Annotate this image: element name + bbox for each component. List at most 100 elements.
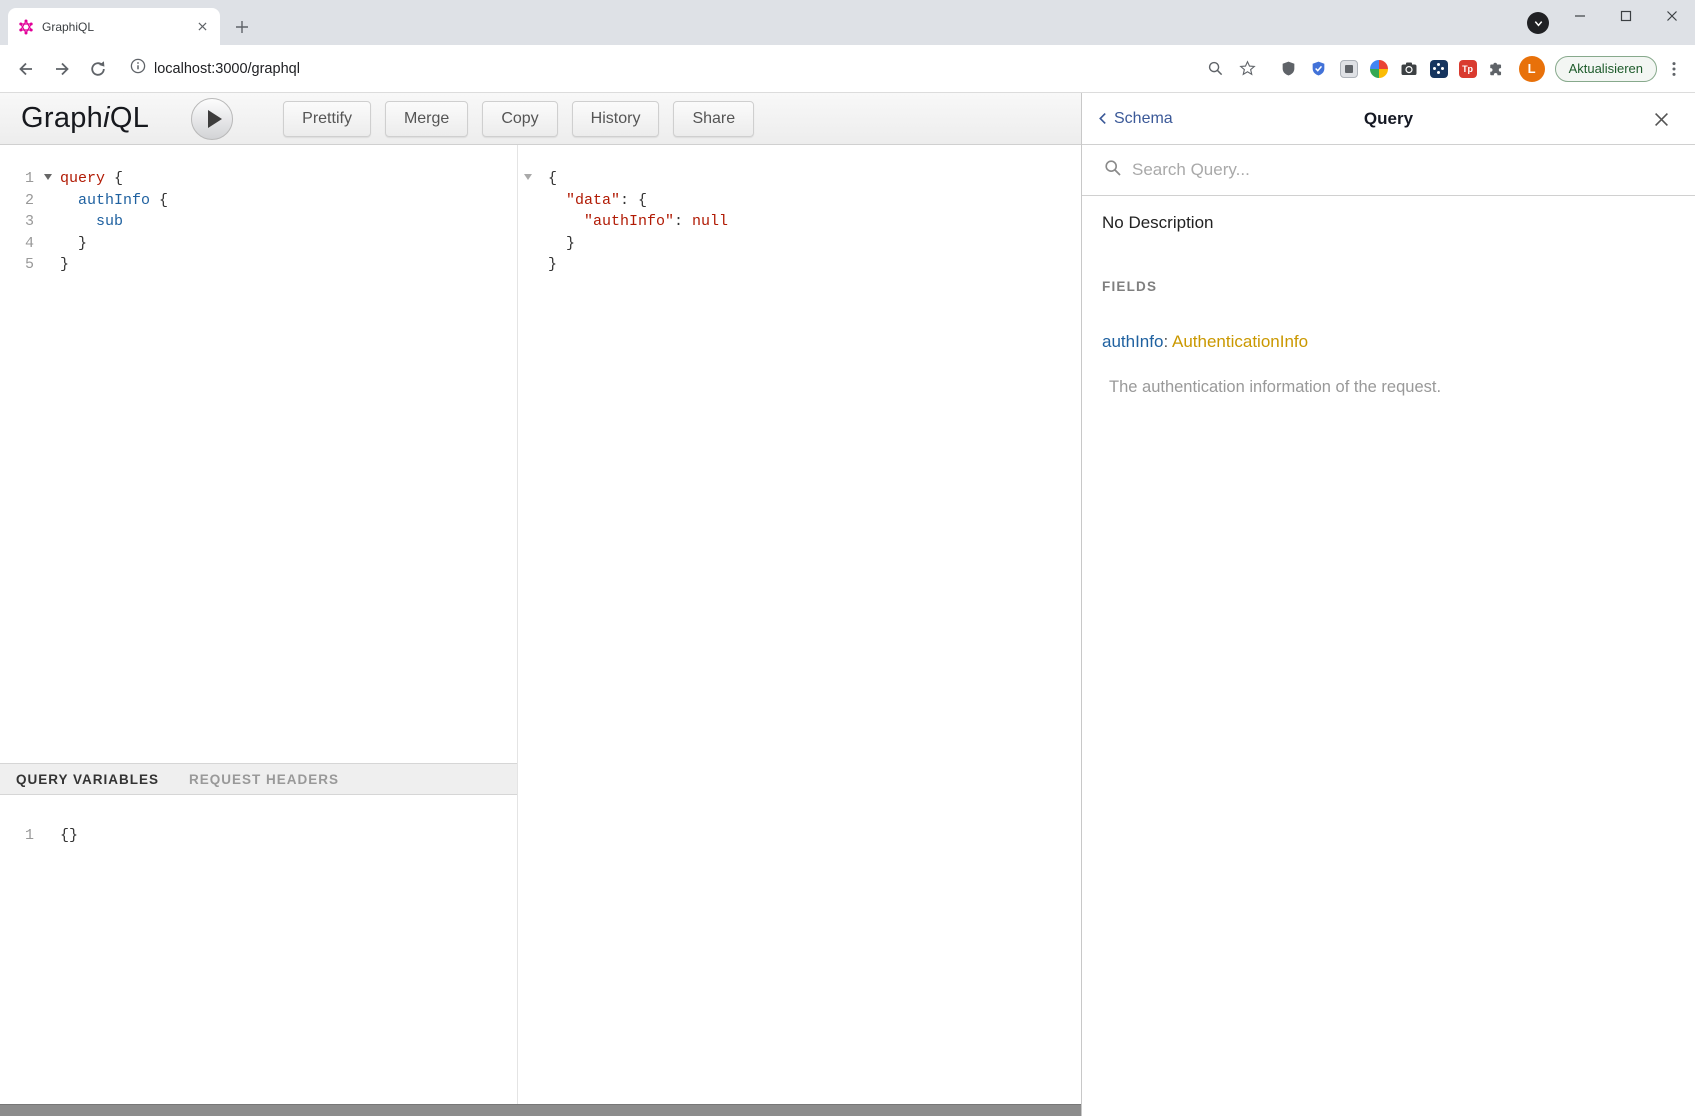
tp-extension-icon[interactable]: Tp [1459, 60, 1477, 78]
extensions-puzzle-icon[interactable] [1487, 59, 1507, 79]
execute-button[interactable] [191, 98, 233, 140]
code-text: "data": { [544, 190, 647, 212]
variables-editor[interactable]: 1{} [0, 795, 517, 1104]
profile-avatar[interactable]: L [1519, 56, 1545, 82]
graphiql-app: GraphiQL Prettify Merge Copy History Sha… [0, 93, 1695, 1116]
forward-button[interactable] [48, 55, 76, 83]
graphiql-main-column: GraphiQL Prettify Merge Copy History Sha… [0, 93, 1081, 1116]
tab-request-headers[interactable]: REQUEST HEADERS [189, 772, 339, 787]
code-text: "authInfo": null [544, 211, 728, 233]
fold-gutter [518, 254, 544, 276]
field-name-link[interactable]: authInfo [1102, 332, 1163, 351]
history-button[interactable]: History [572, 101, 660, 137]
query-editor-pane: 1query {2 authInfo {3 sub4 }5} QUERY VAR… [0, 145, 518, 1104]
color-wheel-extension-icon[interactable] [1369, 59, 1389, 79]
fold-arrow-icon[interactable] [524, 174, 532, 180]
code-text: { [544, 168, 557, 190]
docs-close-icon[interactable] [1651, 109, 1671, 129]
tab-title: GraphiQL [42, 20, 194, 34]
fold-gutter [518, 168, 544, 190]
back-button[interactable] [12, 55, 40, 83]
code-text: query { [56, 168, 123, 190]
query-editor[interactable]: 1query {2 authInfo {3 sub4 }5} [0, 145, 517, 763]
share-button[interactable]: Share [673, 101, 754, 137]
variables-lines: 1{} [0, 825, 517, 847]
code-line: 5} [0, 254, 517, 276]
window-minimize-button[interactable] [1557, 0, 1603, 32]
tab-query-variables[interactable]: QUERY VARIABLES [16, 772, 159, 787]
docs-search-input[interactable] [1132, 160, 1552, 180]
logo-text: QL [110, 102, 149, 134]
code-line: 4 } [0, 233, 517, 255]
browser-tab[interactable]: GraphiQL [8, 8, 220, 45]
gray-extension-icon[interactable] [1339, 59, 1359, 79]
docs-back-label: Schema [1114, 110, 1173, 128]
toolbar-buttons: Prettify Merge Copy History Share [283, 101, 754, 137]
tab-close-icon[interactable] [194, 19, 210, 35]
reload-button[interactable] [84, 55, 112, 83]
zoom-icon[interactable] [1205, 58, 1227, 80]
graphiql-toolbar: GraphiQL Prettify Merge Copy History Sha… [0, 93, 1081, 145]
url-text[interactable]: localhost:3000/graphql [154, 61, 300, 77]
fold-gutter [518, 190, 544, 212]
horizontal-scrollbar[interactable] [0, 1104, 1081, 1116]
browser-toolbar: localhost:3000/graphql [0, 45, 1695, 93]
play-icon [208, 110, 222, 128]
window-close-button[interactable] [1649, 0, 1695, 32]
search-icon [1104, 159, 1122, 182]
browser-window: GraphiQL [0, 0, 1695, 1116]
fold-gutter [518, 233, 544, 255]
docs-back-link[interactable]: Schema [1098, 110, 1173, 128]
line-number: 3 [0, 211, 40, 233]
fold-gutter [40, 190, 56, 212]
field-type-link[interactable]: AuthenticationInfo [1172, 332, 1308, 351]
result-lines: { "data": { "authInfo": null }} [518, 168, 1081, 276]
code-line: 1{} [0, 825, 517, 847]
code-text: sub [56, 211, 123, 233]
docs-content: No Description FIELDS authInfo: Authenti… [1082, 196, 1695, 1116]
site-info-icon[interactable] [130, 58, 146, 79]
address-bar[interactable]: localhost:3000/graphql [120, 53, 1269, 85]
copy-button[interactable]: Copy [482, 101, 557, 137]
tab-search-button[interactable] [1527, 12, 1549, 34]
merge-button[interactable]: Merge [385, 101, 468, 137]
line-number: 5 [0, 254, 40, 276]
fold-gutter [40, 254, 56, 276]
line-number: 4 [0, 233, 40, 255]
extensions-row: Tp [1279, 59, 1507, 79]
logo-italic-i: i [103, 102, 110, 134]
line-number: 1 [0, 168, 40, 190]
fold-gutter [40, 168, 56, 190]
blue-shield-extension-icon[interactable] [1309, 59, 1329, 79]
fold-gutter [40, 233, 56, 255]
navy-extension-icon[interactable] [1429, 59, 1449, 79]
type-description: No Description [1102, 213, 1675, 233]
fields-section-title: FIELDS [1102, 279, 1675, 294]
fold-gutter [40, 825, 56, 847]
code-line: 2 authInfo { [0, 190, 517, 212]
graphql-logo-icon [18, 19, 34, 35]
fold-gutter [518, 211, 544, 233]
field-row: authInfo: AuthenticationInfo [1102, 332, 1675, 352]
chevron-left-icon [1098, 112, 1107, 125]
browser-menu-icon[interactable] [1663, 56, 1685, 82]
shield-extension-icon[interactable] [1279, 59, 1299, 79]
window-maximize-button[interactable] [1603, 0, 1649, 32]
line-number: 2 [0, 190, 40, 212]
docs-header: Schema Query [1082, 93, 1695, 145]
camera-extension-icon[interactable] [1399, 59, 1419, 79]
code-text: } [56, 233, 87, 255]
code-line: { [518, 168, 1081, 190]
prettify-button[interactable]: Prettify [283, 101, 371, 137]
code-text: } [544, 233, 575, 255]
fold-gutter [40, 211, 56, 233]
bookmark-star-icon[interactable] [1237, 58, 1259, 80]
fold-arrow-icon[interactable] [44, 174, 52, 180]
update-button[interactable]: Aktualisieren [1555, 56, 1657, 82]
docs-panel: Schema Query No Description FIELDS [1081, 93, 1695, 1116]
code-line: } [518, 254, 1081, 276]
result-viewer: { "data": { "authInfo": null }} [518, 145, 1081, 1104]
new-tab-button[interactable] [228, 13, 256, 41]
code-line: "authInfo": null [518, 211, 1081, 233]
code-line: 1 query { [0, 168, 517, 190]
